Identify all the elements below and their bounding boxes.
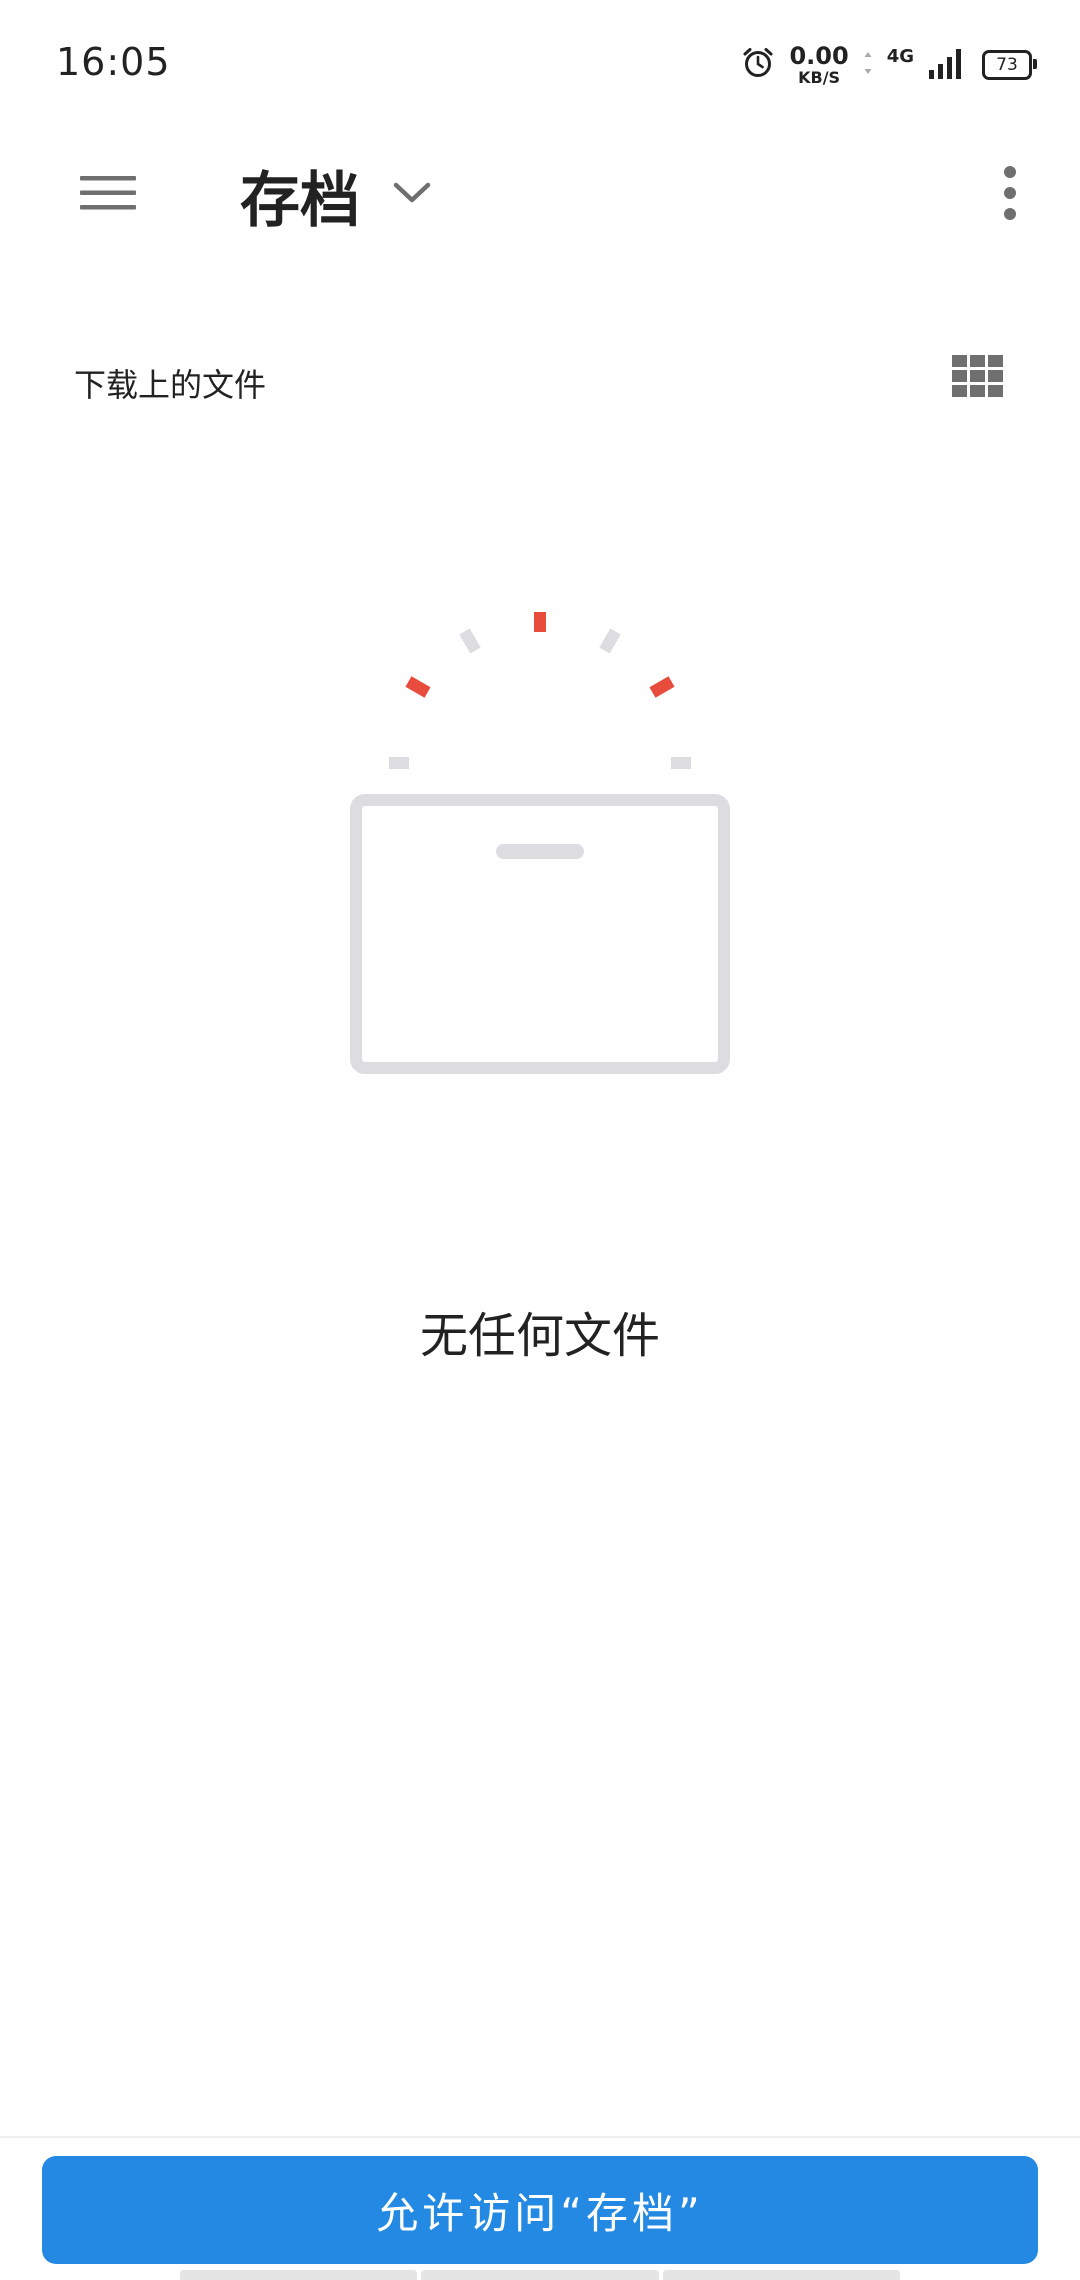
hamburger-menu-icon [80, 173, 136, 217]
empty-archive-box-illustration [330, 600, 750, 1080]
allow-access-button[interactable]: 允许访问“存档” [42, 2156, 1038, 2264]
nav-gesture-bar [180, 2270, 900, 2280]
nav-gesture-segment [421, 2270, 659, 2280]
screen: 16:05 0.00 KB/S 4G 73 存档 下载上的文件 无任何文件 允许… [0, 0, 1080, 2280]
page-title: 存档 [240, 165, 360, 236]
signal-icon [928, 46, 968, 84]
grid-view-button[interactable] [948, 350, 1008, 406]
status-indicators: 0.00 KB/S 4G 73 [741, 42, 1037, 88]
network-type: 4G [886, 46, 914, 67]
status-time: 16:05 [56, 40, 171, 84]
bottom-action-area: 允许访问“存档” [0, 2136, 1080, 2280]
more-options-button[interactable] [970, 152, 1050, 238]
nav-gesture-segment [180, 2270, 418, 2280]
nav-gesture-segment [662, 2270, 900, 2280]
status-bar: 16:05 0.00 KB/S 4G 73 [0, 0, 1080, 120]
alarm-icon [741, 46, 775, 84]
network-speed: 0.00 KB/S [789, 44, 848, 86]
grid-view-icon [952, 355, 1004, 401]
folder-selector[interactable]: 存档 [240, 150, 432, 240]
more-vert-icon [1003, 165, 1017, 225]
data-arrows-icon [863, 50, 873, 80]
menu-button[interactable] [56, 158, 160, 232]
chevron-down-icon [392, 180, 432, 210]
battery-icon: 73 [982, 50, 1037, 80]
empty-state-message: 无任何文件 [419, 1308, 660, 1364]
battery-level: 73 [996, 55, 1018, 75]
network-speed-value: 0.00 [789, 42, 849, 70]
section-title: 下载上的文件 [74, 366, 267, 404]
sub-header: 下载上的文件 [0, 340, 1080, 416]
network-speed-unit: KB/S [798, 68, 841, 87]
app-bar: 存档 [0, 130, 1080, 260]
